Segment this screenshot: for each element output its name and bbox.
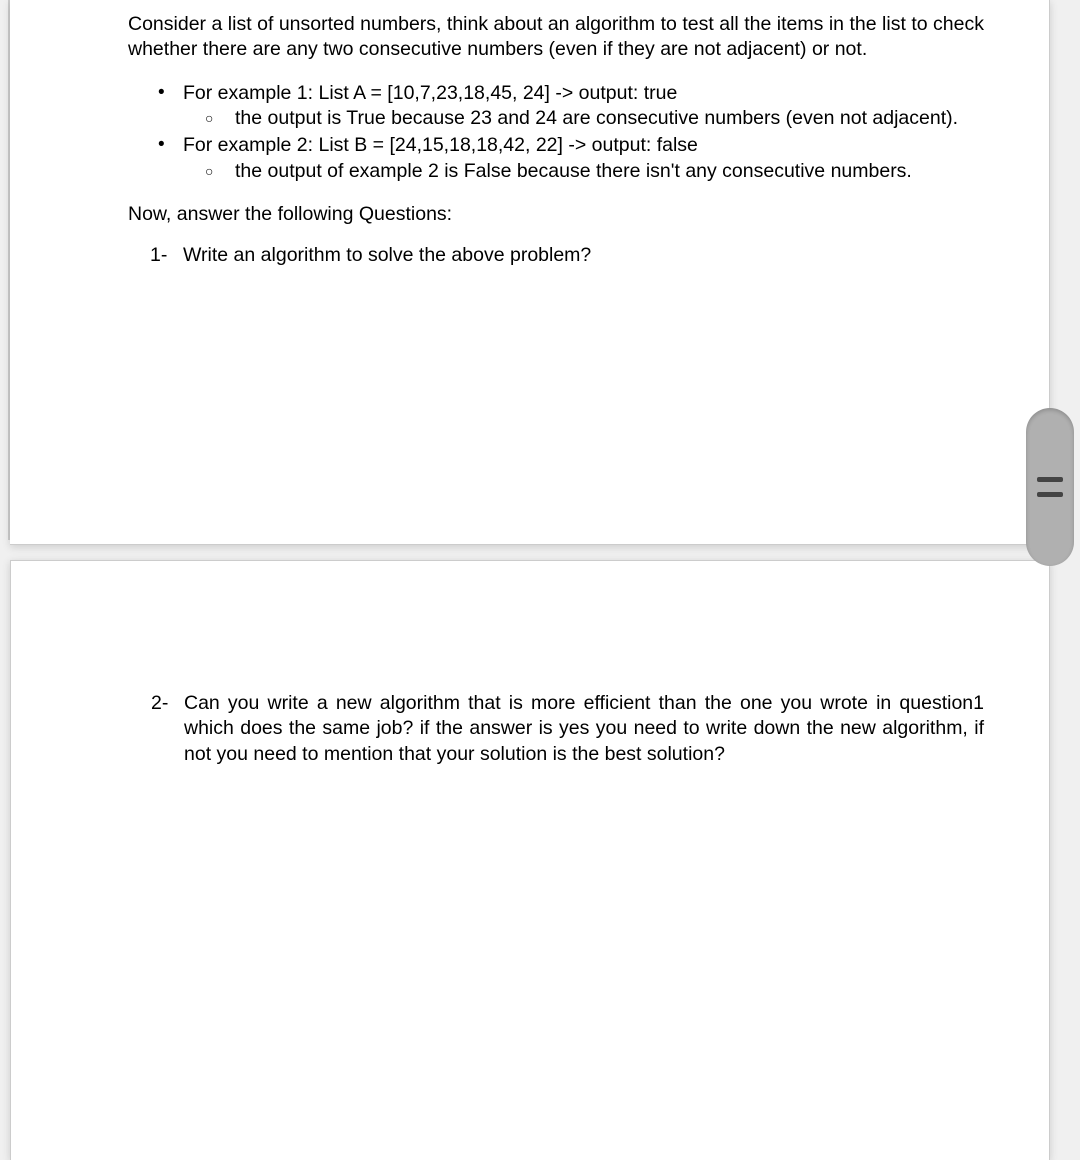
scroll-bar-line: [1037, 492, 1063, 497]
sub-list: the output is True because 23 and 24 are…: [183, 106, 984, 131]
question-item: 1- Write an algorithm to solve the above…: [128, 243, 984, 268]
sub-item: the output is True because 23 and 24 are…: [183, 106, 984, 131]
scroll-widget[interactable]: [1026, 408, 1074, 566]
sub-item: the output of example 2 is False because…: [183, 159, 984, 184]
content-top: Consider a list of unsorted numbers, thi…: [128, 12, 984, 269]
example-text: For example 1: List A = [10,7,23,18,45, …: [183, 82, 677, 104]
content-bottom: 2- Can you write a new algorithm that is…: [129, 691, 984, 767]
page-top: Consider a list of unsorted numbers, thi…: [10, 0, 1050, 545]
question-list-2: 2- Can you write a new algorithm that is…: [129, 691, 984, 767]
question-text: Write an algorithm to solve the above pr…: [183, 244, 591, 266]
question-number: 2-: [151, 691, 168, 716]
question-item: 2- Can you write a new algorithm that is…: [129, 691, 984, 767]
scroll-bar-line: [1037, 477, 1063, 482]
question-text: Can you write a new algorithm that is mo…: [184, 692, 984, 765]
sub-list: the output of example 2 is False because…: [183, 159, 984, 184]
example-item: For example 2: List B = [24,15,18,18,42,…: [128, 133, 984, 184]
question-list-1: 1- Write an algorithm to solve the above…: [128, 243, 984, 268]
example-text: For example 2: List B = [24,15,18,18,42,…: [183, 134, 698, 156]
intro-paragraph: Consider a list of unsorted numbers, thi…: [128, 12, 984, 63]
question-number: 1-: [150, 243, 167, 268]
prompt-text: Now, answer the following Questions:: [128, 202, 984, 227]
page-bottom: 2- Can you write a new algorithm that is…: [10, 560, 1050, 1160]
examples-list: For example 1: List A = [10,7,23,18,45, …: [128, 81, 984, 184]
example-item: For example 1: List A = [10,7,23,18,45, …: [128, 81, 984, 132]
